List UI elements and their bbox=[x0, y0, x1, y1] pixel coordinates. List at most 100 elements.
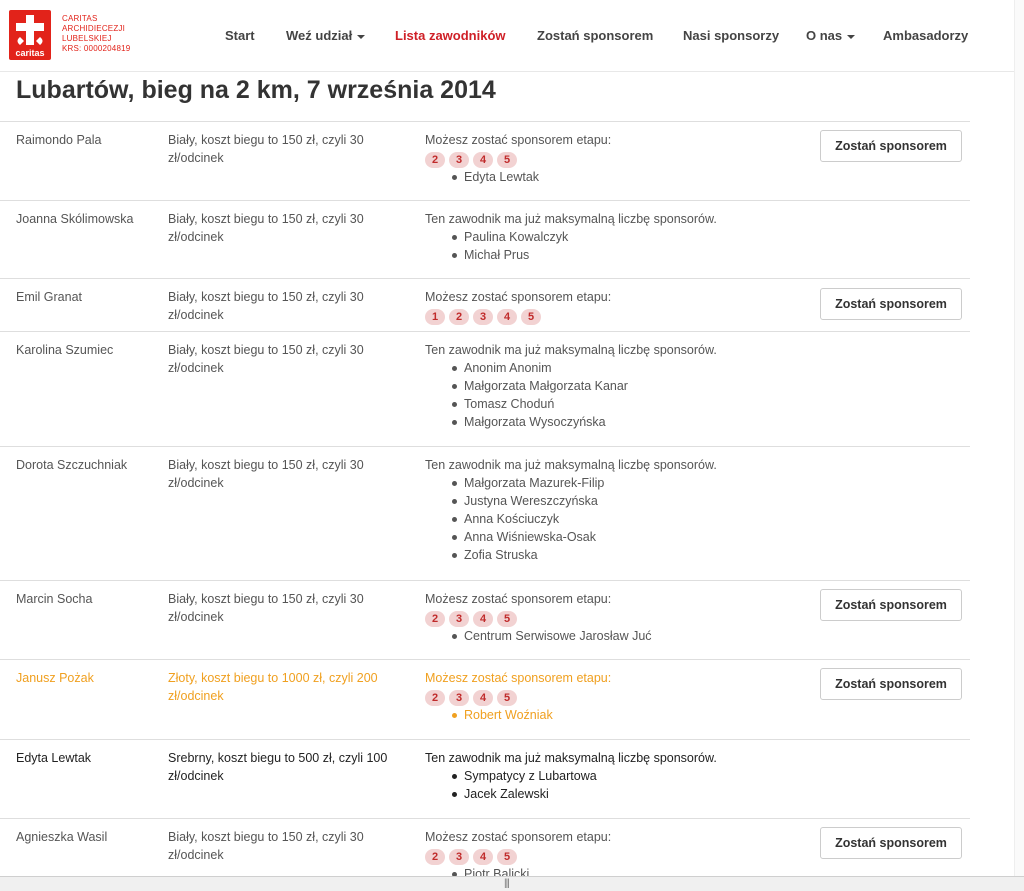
window-bottom-bar: ||| bbox=[0, 876, 1024, 891]
stage-badge[interactable]: 5 bbox=[497, 849, 517, 865]
nav-item-1[interactable]: Start bbox=[225, 28, 255, 43]
stage-list: 2345 bbox=[425, 609, 805, 627]
runner-tier-description: Biały, koszt biegu to 150 zł, czyli 30 z… bbox=[168, 290, 364, 322]
runner-row: Emil Granat Biały, koszt biegu to 150 zł,… bbox=[0, 278, 970, 331]
nav-item-label: Lista zawodników bbox=[395, 28, 506, 43]
sponsor-item: Anna Wiśniewska-Osak bbox=[452, 528, 805, 546]
become-sponsor-button[interactable]: Zostań sponsorem bbox=[820, 589, 962, 621]
vertical-scrollbar[interactable] bbox=[1014, 0, 1024, 876]
nav-item-label: Nasi sponsorzy bbox=[683, 28, 780, 43]
sponsor-list: Sympatycy z Lubartowa Jacek Zalewski bbox=[452, 767, 805, 803]
sponsor-item: Sympatycy z Lubartowa bbox=[452, 767, 805, 785]
nav-item-label: Zostań sponsorem bbox=[537, 28, 654, 43]
page-title: Lubartów, bieg na 2 km, 7 września 2014 bbox=[16, 76, 496, 104]
sponsor-status: Ten zawodnik ma już maksymalną liczbę sp… bbox=[425, 751, 717, 765]
nav-item-3[interactable]: Lista zawodników bbox=[395, 28, 506, 43]
stage-badge[interactable]: 5 bbox=[521, 309, 541, 325]
stage-badge[interactable]: 5 bbox=[497, 690, 517, 706]
stage-list: 2345 bbox=[425, 688, 805, 706]
stage-badge[interactable]: 4 bbox=[497, 309, 517, 325]
sponsor-info: Ten zawodnik ma już maksymalną liczbę sp… bbox=[425, 341, 805, 431]
runner-tier-description: Biały, koszt biegu to 150 zł, czyli 30 z… bbox=[168, 212, 364, 244]
sponsor-item: Robert Woźniak bbox=[452, 706, 805, 724]
stage-badge[interactable]: 1 bbox=[425, 309, 445, 325]
sponsor-item: Małgorzata Wysoczyńska bbox=[452, 413, 805, 431]
stage-badge[interactable]: 4 bbox=[473, 849, 493, 865]
runner-tier-description: Biały, koszt biegu to 150 zł, czyli 30 z… bbox=[168, 133, 364, 165]
runner-name: Janusz Pożak bbox=[16, 671, 94, 685]
stage-badge[interactable]: 3 bbox=[449, 849, 469, 865]
sponsor-info: Możesz zostać sponsorem etapu: 2 3 4 5 Centru… bbox=[425, 590, 805, 645]
become-sponsor-button[interactable]: Zostań sponsorem bbox=[820, 130, 962, 162]
stage-badge[interactable]: 4 bbox=[473, 152, 493, 168]
sponsor-info: Możesz zostać sponsorem etapu: 2 3 4 5 Robert… bbox=[425, 669, 805, 724]
sponsor-info: Możesz zostać sponsorem etapu: 1 2 3 4 5 bbox=[425, 288, 805, 325]
stage-badge[interactable]: 3 bbox=[449, 152, 469, 168]
stage-badge[interactable]: 2 bbox=[425, 690, 445, 706]
sponsor-info: Możesz zostać sponsorem etapu: 2 3 4 5 Edyta … bbox=[425, 131, 805, 186]
logo-word: caritas bbox=[15, 48, 44, 58]
nav-item-7[interactable]: Ambasadorzy bbox=[883, 28, 968, 43]
sponsor-list: Robert Woźniak bbox=[452, 706, 805, 724]
sponsor-status: Możesz zostać sponsorem etapu: bbox=[425, 133, 612, 147]
caritas-cross-icon: caritas bbox=[15, 15, 45, 58]
brand-text: CARITAS ARCHIDIECEZJI LUBELSKIEJ KRS: 00… bbox=[62, 14, 130, 54]
runner-tier-description: Biały, koszt biegu to 150 zł, czyli 30 z… bbox=[168, 343, 364, 375]
runner-name: Karolina Szumiec bbox=[16, 343, 114, 357]
stage-badge[interactable]: 3 bbox=[449, 611, 469, 627]
stage-list: 2345 bbox=[425, 150, 805, 168]
nav-item-4[interactable]: Zostań sponsorem bbox=[537, 28, 653, 43]
sponsor-status: Możesz zostać sponsorem etapu: bbox=[425, 592, 612, 606]
sponsor-item: Michał Prus bbox=[452, 246, 805, 264]
stage-badge[interactable]: 2 bbox=[449, 309, 469, 325]
runner-tier-description: Złoty, koszt biegu to 1000 zł, czyli 200… bbox=[168, 671, 378, 703]
become-sponsor-button[interactable]: Zostań sponsorem bbox=[820, 288, 962, 320]
caret-down-icon bbox=[357, 34, 366, 39]
runner-row: Marcin Socha Biały, koszt biegu to 150 zł… bbox=[0, 580, 970, 659]
sponsor-info: Możesz zostać sponsorem etapu: 2 3 4 5 Piotr … bbox=[425, 828, 805, 883]
stage-badge[interactable]: 2 bbox=[425, 152, 445, 168]
brand-line: KRS: 0000204819 bbox=[62, 44, 131, 53]
sponsor-item: Małgorzata Mazurek-Filip bbox=[452, 474, 805, 492]
runner-row: Dorota Szczuchniak Biały, koszt biegu to … bbox=[0, 446, 970, 580]
sponsor-list: Anonim Anonim Małgorzata Małgorzata Kanar… bbox=[452, 359, 805, 431]
sponsor-item: Paulina Kowalczyk bbox=[452, 228, 805, 246]
stage-badge[interactable]: 3 bbox=[449, 690, 469, 706]
stage-badge[interactable]: 2 bbox=[425, 611, 445, 627]
runner-name: Emil Granat bbox=[16, 290, 82, 304]
sponsor-item: Zofia Struska bbox=[452, 546, 805, 564]
sponsor-status: Możesz zostać sponsorem etapu: bbox=[425, 671, 612, 685]
stage-badge[interactable]: 2 bbox=[425, 849, 445, 865]
sponsor-status: Ten zawodnik ma już maksymalną liczbę sp… bbox=[425, 343, 717, 357]
sponsor-status: Możesz zostać sponsorem etapu: bbox=[425, 290, 612, 304]
nav-item-5[interactable]: Nasi sponsorzy bbox=[683, 28, 779, 43]
sponsor-info: Ten zawodnik ma już maksymalną liczbę sp… bbox=[425, 749, 805, 803]
nav-item-label: Weź udział bbox=[286, 28, 353, 43]
caritas-logo[interactable]: caritas bbox=[9, 10, 51, 60]
stage-badge[interactable]: 4 bbox=[473, 611, 493, 627]
resize-grip-icon[interactable]: ||| bbox=[504, 878, 510, 889]
sponsor-item: Anna Kościuczyk bbox=[452, 510, 805, 528]
become-sponsor-button[interactable]: Zostań sponsorem bbox=[820, 668, 962, 700]
nav-item-6[interactable]: O nas bbox=[806, 28, 856, 43]
sponsor-item: Centrum Serwisowe Jarosław Juć bbox=[452, 627, 805, 645]
nav-item-2[interactable]: Weź udział bbox=[286, 28, 366, 43]
stage-badge[interactable]: 5 bbox=[497, 152, 517, 168]
runner-tier-description: Biały, koszt biegu to 150 zł, czyli 30 z… bbox=[168, 830, 364, 862]
nav-item-label: Ambasadorzy bbox=[883, 28, 969, 43]
stage-badge[interactable]: 4 bbox=[473, 690, 493, 706]
caret-down-icon bbox=[847, 34, 856, 39]
runner-name: Raimondo Pala bbox=[16, 133, 102, 147]
sponsor-item: Jacek Zalewski bbox=[452, 785, 805, 803]
sponsor-list: Centrum Serwisowe Jarosław Juć bbox=[452, 627, 805, 645]
runner-row: Agnieszka Wasil Biały, koszt biegu to 150… bbox=[0, 818, 970, 881]
sponsor-list: Małgorzata Mazurek-Filip Justyna Wereszcz… bbox=[452, 474, 805, 564]
stage-list: 2345 bbox=[425, 847, 805, 865]
nav-item-label: Start bbox=[225, 28, 255, 43]
brand-line: CARITAS bbox=[62, 14, 98, 23]
brand-line: LUBELSKIEJ bbox=[62, 34, 112, 43]
stage-badge[interactable]: 3 bbox=[473, 309, 493, 325]
sponsor-info: Ten zawodnik ma już maksymalną liczbę sp… bbox=[425, 456, 805, 564]
become-sponsor-button[interactable]: Zostań sponsorem bbox=[820, 827, 962, 859]
stage-badge[interactable]: 5 bbox=[497, 611, 517, 627]
